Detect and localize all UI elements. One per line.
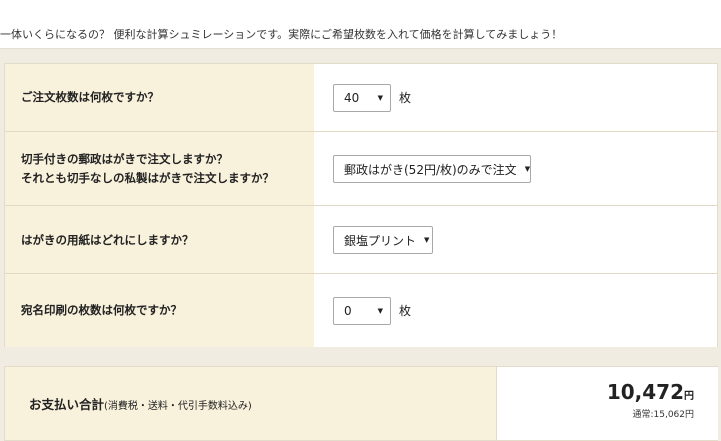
row-paper-type: はがきの用紙はどれにしますか？ 銀塩プリント ▼ bbox=[5, 205, 717, 274]
intro-band: 一体いくらになるの？ 便利な計算シュミレーションです。実際にご希望枚数を入れて価… bbox=[0, 0, 721, 49]
payment-total-note: (消費税・送料・代引手数料込み) bbox=[104, 401, 252, 412]
intro-text: 一体いくらになるの？ 便利な計算シュミレーションです。実際にご希望枚数を入れて価… bbox=[0, 28, 563, 41]
row-order-quantity: ご注文枚数は何枚ですか？ 40 ▼ 枚 bbox=[5, 64, 717, 131]
chevron-down-icon: ▼ bbox=[377, 306, 383, 315]
question-paper-type: はがきの用紙はどれにしますか？ bbox=[21, 232, 194, 247]
question-order-quantity: ご注文枚数は何枚ですか？ bbox=[21, 90, 159, 104]
order-quantity-select[interactable]: 40 ▼ bbox=[333, 83, 391, 112]
row-postcard-type: 切手付きの郵政はがきで注文しますか？ それとも切手なしの私製はがきで注文しますか… bbox=[5, 131, 717, 206]
address-printing-unit: 枚 bbox=[399, 304, 412, 318]
chevron-down-icon: ▼ bbox=[424, 236, 430, 244]
question-address-printing: 宛名印刷の枚数は何枚ですか？ bbox=[21, 303, 182, 317]
address-printing-select[interactable]: 0 ▼ bbox=[333, 296, 391, 325]
postcard-type-select[interactable]: 郵政はがき(52円/枚)のみで注文 ▼ bbox=[333, 155, 531, 183]
calculator-form: ご注文枚数は何枚ですか？ 40 ▼ 枚 切手付きの郵政はがきで注文しますか？ そ… bbox=[4, 63, 718, 347]
regular-price: 通常:15,062円 bbox=[632, 410, 694, 420]
row-address-printing: 宛名印刷の枚数は何枚ですか？ 0 ▼ 枚 bbox=[5, 273, 717, 347]
paper-type-select[interactable]: 銀塩プリント ▼ bbox=[333, 226, 433, 254]
total-price-unit: 円 bbox=[684, 391, 694, 402]
payment-total-label: お支払い合計(消費税・送料・代引手数料込み) bbox=[29, 397, 252, 412]
question-postcard-type: 切手付きの郵政はがきで注文しますか？ それとも切手なしの私製はがきで注文しますか… bbox=[21, 152, 274, 185]
chevron-down-icon: ▼ bbox=[377, 93, 383, 102]
payment-total-panel: お支払い合計(消費税・送料・代引手数料込み) 10,472円 通常:15,062… bbox=[4, 366, 718, 441]
total-price: 10,472円 bbox=[606, 380, 694, 404]
order-quantity-unit: 枚 bbox=[399, 91, 412, 105]
chevron-down-icon: ▼ bbox=[524, 165, 531, 173]
